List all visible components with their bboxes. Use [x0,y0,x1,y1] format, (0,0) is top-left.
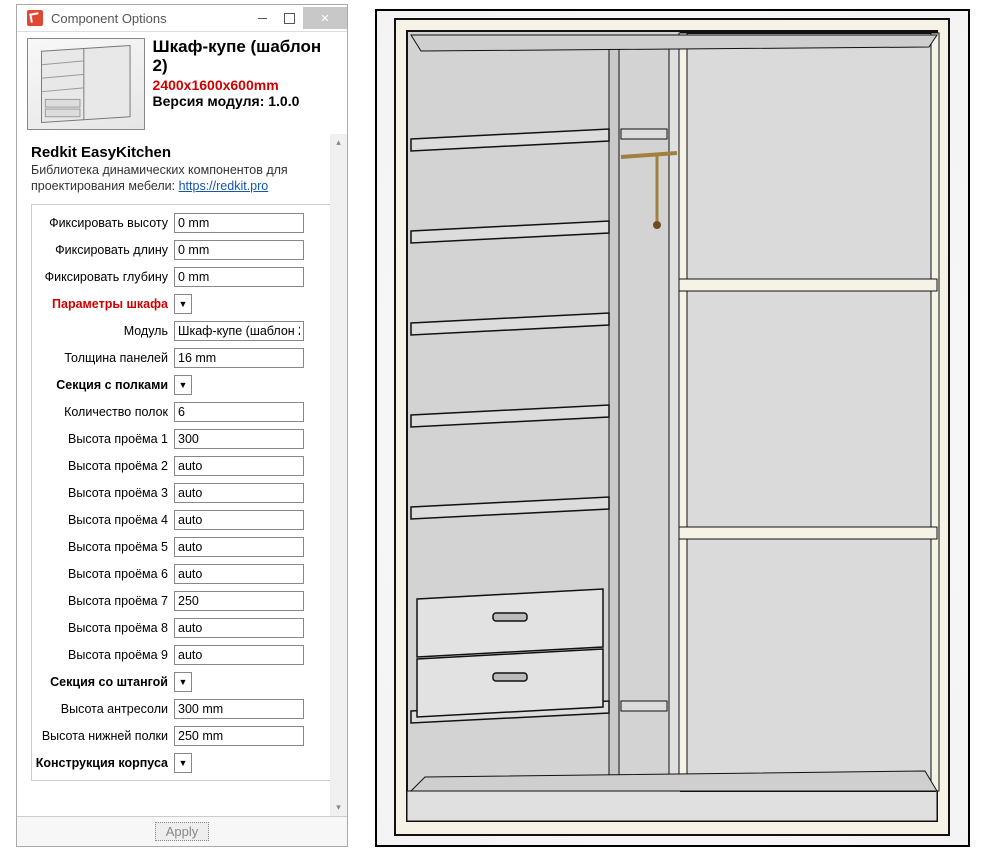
titlebar: Component Options [17,5,347,32]
close-button[interactable] [303,7,347,29]
opening-8-input[interactable] [174,618,304,638]
carcass-header: Конструкция корпуса [34,756,174,770]
library-title: Redkit EasyKitchen [31,144,339,161]
params-header: Параметры шкафа [34,297,174,311]
model-viewport[interactable] [375,9,970,847]
scroll-down-icon[interactable] [330,799,347,816]
vertical-scrollbar[interactable] [330,134,347,816]
component-name: Шкаф-купе (шаблон 2) [153,38,337,75]
opening-2-input[interactable] [174,456,304,476]
fix-length-label: Фиксировать длину [34,243,174,257]
opening-3-label: Высота проёма 3 [34,486,174,500]
opening-6-input[interactable] [174,564,304,584]
mezzanine-label: Высота антресоли [34,702,174,716]
opening-3-input[interactable] [174,483,304,503]
component-version: Версия модуля: 1.0.0 [153,93,337,109]
opening-7-label: Высота проёма 7 [34,594,174,608]
library-description: Библиотека динамических компонентов для … [31,163,339,194]
window-title: Component Options [51,11,249,26]
bottom-shelf-label: Высота нижней полки [34,729,174,743]
opening-7-input[interactable] [174,591,304,611]
module-input[interactable] [174,321,304,341]
mezzanine-input[interactable] [174,699,304,719]
opening-4-input[interactable] [174,510,304,530]
apply-button[interactable]: Apply [155,822,210,841]
opening-6-label: Высота проёма 6 [34,567,174,581]
panel-thickness-label: Толщина панелей [34,351,174,365]
opening-1-label: Высота проёма 1 [34,432,174,446]
component-dimensions: 2400x1600x600mm [153,77,337,93]
opening-8-label: Высота проёма 8 [34,621,174,635]
maximize-button[interactable] [276,7,303,29]
rod-section-header: Секция со штангой [34,675,174,689]
fix-length-input[interactable] [174,240,304,260]
module-label: Модуль [34,324,174,338]
scroll-up-icon[interactable] [330,134,347,151]
minimize-button[interactable] [249,7,276,29]
panel-thickness-input[interactable] [174,348,304,368]
shelf-count-label: Количество полок [34,405,174,419]
opening-1-input[interactable] [174,429,304,449]
library-link[interactable]: https://redkit.pro [179,179,269,193]
opening-9-label: Высота проёма 9 [34,648,174,662]
options-body: Redkit EasyKitchen Библиотека динамическ… [17,134,347,816]
opening-4-label: Высота проёма 4 [34,513,174,527]
window-footer: Apply [17,816,347,846]
app-icon [27,10,43,26]
options-form: Фиксировать высоту Фиксировать длину Фик… [31,204,339,781]
fix-depth-input[interactable] [174,267,304,287]
fix-height-label: Фиксировать высоту [34,216,174,230]
shelves-dropdown[interactable] [174,375,192,395]
opening-5-label: Высота проёма 5 [34,540,174,554]
opening-2-label: Высота проёма 2 [34,459,174,473]
shelves-section-header: Секция с полками [34,378,174,392]
opening-5-input[interactable] [174,537,304,557]
bottom-shelf-input[interactable] [174,726,304,746]
fix-depth-label: Фиксировать глубину [34,270,174,284]
params-dropdown[interactable] [174,294,192,314]
fix-height-input[interactable] [174,213,304,233]
carcass-dropdown[interactable] [174,753,192,773]
rod-dropdown[interactable] [174,672,192,692]
component-thumbnail [27,38,145,130]
shelf-count-input[interactable] [174,402,304,422]
component-info: Шкаф-купе (шаблон 2) 2400x1600x600mm Вер… [153,38,337,130]
component-header: Шкаф-купе (шаблон 2) 2400x1600x600mm Вер… [17,32,347,134]
component-options-window: Component Options Шкаф-купе (шаблон 2) 2… [16,4,348,847]
opening-9-input[interactable] [174,645,304,665]
